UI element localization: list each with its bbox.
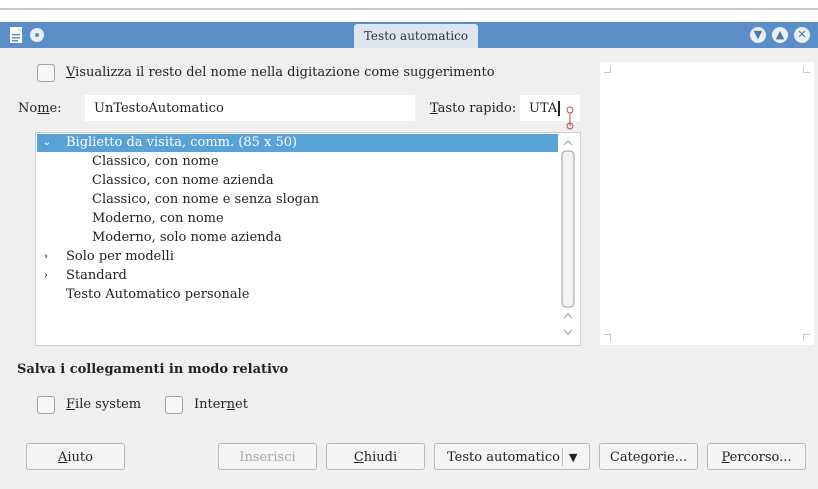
path-button[interactable]: Percorso... xyxy=(707,443,806,470)
help-button[interactable]: Aiuto xyxy=(26,443,125,470)
tree-item-category-selected[interactable]: ⌄ Biglietto da visita, comm. (85 x 50) xyxy=(37,134,558,152)
window-menu-icon[interactable] xyxy=(28,26,46,44)
crop-mark xyxy=(604,334,611,341)
tree-item[interactable]: Classico, con nome xyxy=(92,153,219,171)
links-section-title: Salva i collegamenti in modo relativo xyxy=(17,362,289,377)
crop-mark xyxy=(604,66,611,73)
close-button[interactable]: Chiudi xyxy=(326,443,425,470)
internet-checkbox[interactable] xyxy=(165,396,183,414)
autotext-menu-button[interactable]: Testo automatico ▼ xyxy=(434,443,590,470)
show-remainder-checkbox[interactable] xyxy=(37,64,55,82)
tree-item[interactable]: Moderno, con nome xyxy=(92,210,224,228)
internet-label[interactable]: Internet xyxy=(194,397,248,412)
top-separator xyxy=(0,0,818,10)
minimize-icon[interactable]: ▼ xyxy=(750,27,766,43)
tree-item[interactable]: Moderno, solo nome azienda xyxy=(92,229,282,247)
tree-item[interactable]: Classico, con nome e senza slogan xyxy=(92,191,319,209)
preview-pane xyxy=(600,62,814,345)
tree-scrollbar[interactable] xyxy=(559,135,577,343)
document-icon[interactable] xyxy=(7,26,25,44)
chevron-down-icon[interactable]: ⌄ xyxy=(41,134,53,152)
maximize-icon[interactable]: ▲ xyxy=(772,27,788,43)
name-label: Nome: xyxy=(18,101,62,116)
scroll-thumb[interactable] xyxy=(561,150,575,308)
filesystem-checkbox[interactable] xyxy=(37,396,55,414)
dropdown-arrow-icon[interactable]: ▼ xyxy=(569,444,577,471)
crop-mark xyxy=(803,334,810,341)
crop-mark xyxy=(803,66,810,73)
show-remainder-label[interactable]: Visualizza il resto del nome nella digit… xyxy=(66,65,495,80)
tree-item[interactable]: Classico, con nome azienda xyxy=(92,172,274,190)
filesystem-label[interactable]: File system xyxy=(66,397,141,412)
title-bar[interactable]: Testo automatico ▼ ▲ ✕ xyxy=(0,22,818,48)
scroll-down-icon[interactable] xyxy=(563,329,573,335)
window-title: Testo automatico xyxy=(354,24,478,48)
scroll-up-lower-icon[interactable] xyxy=(563,313,573,319)
shortcut-value: UTA xyxy=(529,101,558,116)
name-input[interactable]: UnTestoAutomatico xyxy=(85,95,415,121)
caret-handle-icon[interactable] xyxy=(566,106,574,130)
categories-button[interactable]: Categorie... xyxy=(599,443,698,470)
tree-item-category[interactable]: Testo Automatico personale xyxy=(66,286,249,304)
shortcut-label: Tasto rapido: xyxy=(430,101,517,116)
chevron-right-icon[interactable]: › xyxy=(40,248,52,266)
text-cursor xyxy=(558,101,561,116)
chevron-right-icon[interactable]: › xyxy=(40,267,52,285)
close-icon[interactable]: ✕ xyxy=(794,27,810,43)
autotext-dialog: Visualizza il resto del nome nella digit… xyxy=(0,48,818,489)
split-divider xyxy=(562,448,563,466)
scroll-up-icon[interactable] xyxy=(563,140,573,146)
autotext-tree[interactable]: ⌄ Biglietto da visita, comm. (85 x 50) C… xyxy=(35,132,581,346)
insert-button[interactable]: Inserisci xyxy=(218,443,317,470)
